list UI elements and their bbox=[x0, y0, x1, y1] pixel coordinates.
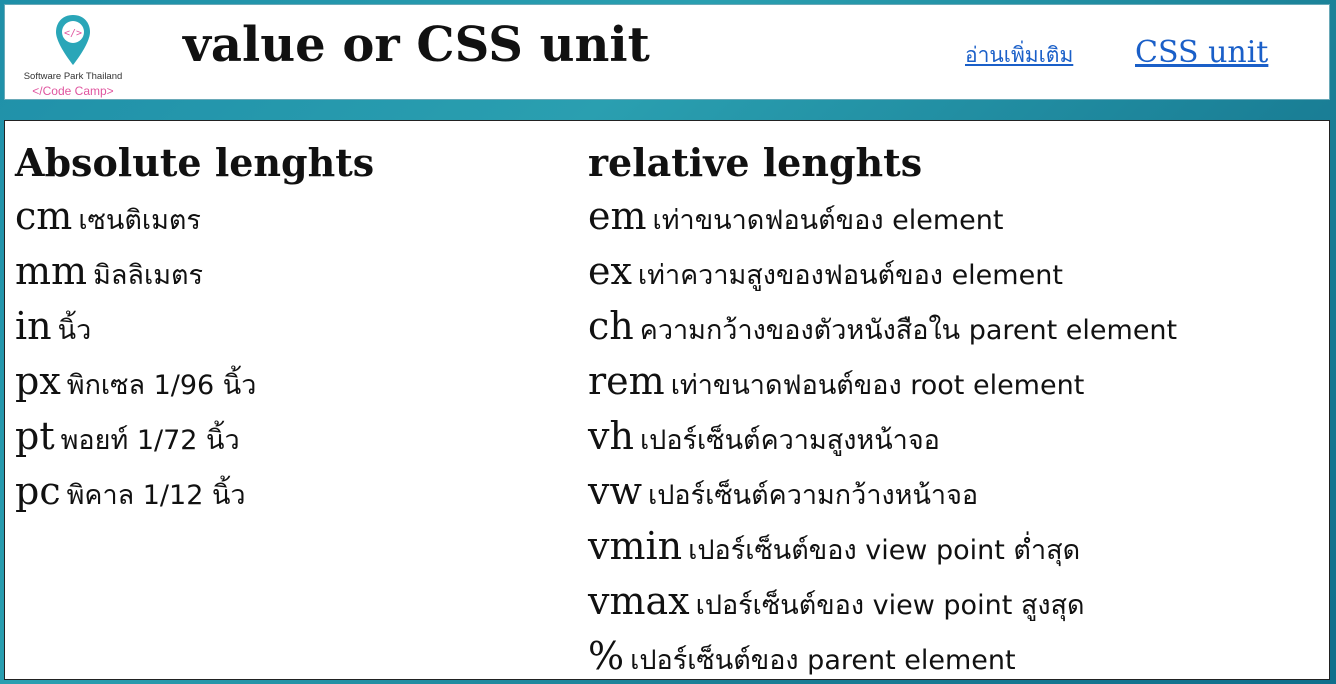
unit-name: vmin bbox=[588, 524, 683, 568]
relative-lengths-heading: relative lenghts bbox=[588, 140, 923, 185]
unit-description: พอยท์ 1/72 นิ้ว bbox=[60, 425, 240, 456]
list-item: pc พิคาล 1/12 นิ้ว bbox=[15, 464, 575, 519]
unit-description: เปอร์เซ็นต์ของ view point ต่ำสุด bbox=[688, 535, 1081, 566]
unit-description: เท่าขนาดฟอนต์ของ element bbox=[652, 205, 1004, 236]
unit-name: pc bbox=[15, 469, 61, 513]
logo-tagline: </Code Camp> bbox=[32, 84, 114, 98]
unit-name: px bbox=[15, 359, 61, 403]
unit-name: vh bbox=[588, 414, 634, 458]
list-item: ch ความกว้างของตัวหนังสือใน parent elemen… bbox=[588, 299, 1323, 354]
list-item: vw เปอร์เซ็นต์ความกว้างหน้าจอ bbox=[588, 464, 1323, 519]
unit-description: เซนติเมตร bbox=[78, 205, 201, 236]
list-item: vmax เปอร์เซ็นต์ของ view point สูงสุด bbox=[588, 574, 1323, 629]
unit-description: ความกว้างของตัวหนังสือใน parent element bbox=[639, 315, 1178, 346]
list-item: % เปอร์เซ็นต์ของ parent element bbox=[588, 629, 1323, 679]
list-item: em เท่าขนาดฟอนต์ของ element bbox=[588, 189, 1323, 244]
unit-name: ch bbox=[588, 304, 634, 348]
unit-description: เท่าความสูงของฟอนต์ของ element bbox=[637, 260, 1063, 291]
list-item: ex เท่าความสูงของฟอนต์ของ element bbox=[588, 244, 1323, 299]
code-location-pin-icon: </> bbox=[56, 15, 90, 65]
absolute-lengths-heading: Absolute lenghts bbox=[15, 140, 375, 185]
unit-name: in bbox=[15, 304, 52, 348]
unit-description: พิกเซล 1/96 นิ้ว bbox=[66, 370, 257, 401]
list-item: vmin เปอร์เซ็นต์ของ view point ต่ำสุด bbox=[588, 519, 1323, 574]
unit-description: พิคาล 1/12 นิ้ว bbox=[66, 480, 246, 511]
unit-description: เปอร์เซ็นต์ของ parent element bbox=[630, 645, 1016, 676]
unit-description: เปอร์เซ็นต์ความกว้างหน้าจอ bbox=[648, 480, 979, 511]
relative-lengths-column: relative lenghts em เท่าขนาดฟอนต์ของ elem… bbox=[588, 139, 1323, 679]
unit-name: ex bbox=[588, 249, 632, 293]
page-title: value or CSS unit bbox=[183, 17, 650, 73]
logo: </> Software Park Thailand </Code Camp> bbox=[13, 9, 133, 98]
unit-name: pt bbox=[15, 414, 55, 458]
read-more-link[interactable]: อ่านเพิ่มเติม bbox=[965, 39, 1073, 72]
unit-name: em bbox=[588, 194, 647, 238]
svg-text:</>: </> bbox=[64, 28, 82, 39]
unit-name: rem bbox=[588, 359, 665, 403]
unit-description: เท่าขนาดฟอนต์ของ root element bbox=[670, 370, 1085, 401]
unit-description: นิ้ว bbox=[57, 315, 92, 346]
unit-name: vmax bbox=[588, 579, 690, 623]
unit-name: mm bbox=[15, 249, 88, 293]
unit-name: vw bbox=[588, 469, 642, 513]
unit-description: เปอร์เซ็นต์ของ view point สูงสุด bbox=[695, 590, 1085, 621]
list-item: cm เซนติเมตร bbox=[15, 189, 575, 244]
list-item: rem เท่าขนาดฟอนต์ของ root element bbox=[588, 354, 1323, 409]
content-panel: Absolute lenghts cm เซนติเมตร mm มิลลิเมตร… bbox=[4, 120, 1330, 680]
unit-description: มิลลิเมตร bbox=[93, 260, 204, 291]
list-item: mm มิลลิเมตร bbox=[15, 244, 575, 299]
list-item: vh เปอร์เซ็นต์ความสูงหน้าจอ bbox=[588, 409, 1323, 464]
unit-name: % bbox=[588, 634, 625, 678]
list-item: px พิกเซล 1/96 นิ้ว bbox=[15, 354, 575, 409]
css-unit-link[interactable]: CSS unit bbox=[1135, 35, 1268, 70]
header-bar: </> Software Park Thailand </Code Camp> … bbox=[4, 4, 1330, 100]
absolute-lengths-column: Absolute lenghts cm เซนติเมตร mm มิลลิเมตร… bbox=[15, 139, 575, 519]
list-item: in นิ้ว bbox=[15, 299, 575, 354]
unit-description: เปอร์เซ็นต์ความสูงหน้าจอ bbox=[639, 425, 940, 456]
unit-name: cm bbox=[15, 194, 73, 238]
list-item: pt พอยท์ 1/72 นิ้ว bbox=[15, 409, 575, 464]
logo-name: Software Park Thailand bbox=[23, 71, 123, 82]
